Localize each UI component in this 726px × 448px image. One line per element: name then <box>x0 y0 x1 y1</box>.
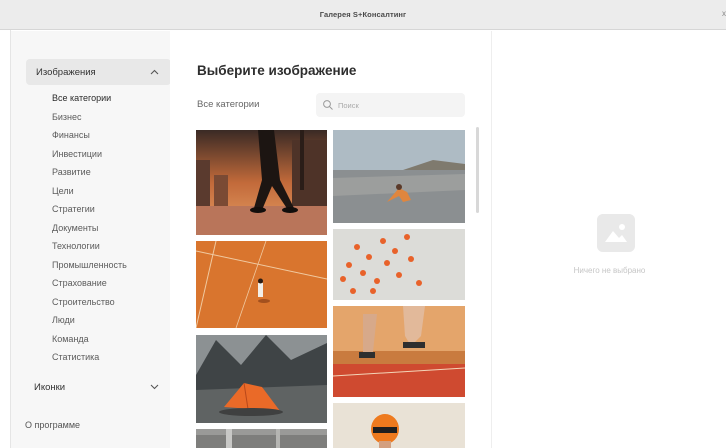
orange-pills-image <box>333 229 465 300</box>
sidebar: Изображения Все категории Бизнес Финансы… <box>11 31 171 448</box>
section-images-label: Изображения <box>36 66 96 78</box>
thumbnail-orange-pills[interactable] <box>333 229 465 300</box>
category-item-people[interactable]: Люди <box>52 311 127 330</box>
category-item-business[interactable]: Бизнес <box>52 108 127 127</box>
category-item-team[interactable]: Команда <box>52 330 127 349</box>
search-input[interactable] <box>338 100 448 110</box>
title-bar: Галерея S+Консалтинг x <box>0 0 726 30</box>
chevron-down-icon <box>150 384 159 390</box>
category-item-development[interactable]: Развитие <box>52 163 127 182</box>
category-item-construction[interactable]: Строительство <box>52 293 127 312</box>
gallery-scrollbar[interactable] <box>476 127 479 213</box>
woman-stretching-beach-image <box>333 130 465 223</box>
page-title: Выберите изображение <box>197 63 357 78</box>
sidebar-section-icons[interactable]: Иконки <box>26 377 171 397</box>
category-list: Все категории Бизнес Финансы Инвестиции … <box>52 89 127 367</box>
thumbnail-tent-mountains[interactable] <box>196 335 327 423</box>
category-item-all[interactable]: Все категории <box>52 89 127 108</box>
search-icon <box>323 100 333 110</box>
category-item-goals[interactable]: Цели <box>52 182 127 201</box>
close-icon[interactable]: x <box>722 9 726 18</box>
category-item-technologies[interactable]: Технологии <box>52 237 127 256</box>
category-item-insurance[interactable]: Страхование <box>52 274 127 293</box>
tennis-court-image <box>196 241 327 328</box>
category-item-statistics[interactable]: Статистика <box>52 348 127 367</box>
thumbnail-person-orange-helmet[interactable] <box>333 403 465 448</box>
thumbnail-tennis-court[interactable] <box>196 241 327 328</box>
category-item-industry[interactable]: Промышленность <box>52 256 127 275</box>
chevron-up-icon <box>150 69 159 75</box>
category-item-documents[interactable]: Документы <box>52 219 127 238</box>
section-icons-label: Иконки <box>34 381 66 393</box>
search-box[interactable] <box>316 93 465 117</box>
category-item-strategies[interactable]: Стратегии <box>52 200 127 219</box>
thumbnail-person-walking-city[interactable] <box>196 130 327 235</box>
category-item-investments[interactable]: Инвестиции <box>52 145 127 164</box>
tent-mountains-image <box>196 335 327 423</box>
thumbnail-woman-stretching-beach[interactable] <box>333 130 465 223</box>
gallery-panel: Выберите изображение Все категории <box>170 31 490 448</box>
current-category-label: Все категории <box>197 99 260 110</box>
preview-panel: Ничего не выбрано <box>491 31 726 448</box>
sprinter-image <box>333 306 465 397</box>
image-placeholder-icon <box>597 214 635 252</box>
person-walking-city-image <box>196 130 327 235</box>
thumbnail-sprinter[interactable] <box>333 306 465 397</box>
empty-selection-text: Ничего не выбрано <box>573 266 646 275</box>
sidebar-section-images[interactable]: Изображения <box>26 59 171 85</box>
window-title: Галерея S+Консалтинг <box>319 10 407 19</box>
thumbnail-rooftop-building[interactable] <box>196 429 327 448</box>
about-link[interactable]: О программе <box>25 420 80 430</box>
person-orange-helmet-image <box>333 403 465 448</box>
category-item-finance[interactable]: Финансы <box>52 126 127 145</box>
rooftop-building-image <box>196 429 327 448</box>
